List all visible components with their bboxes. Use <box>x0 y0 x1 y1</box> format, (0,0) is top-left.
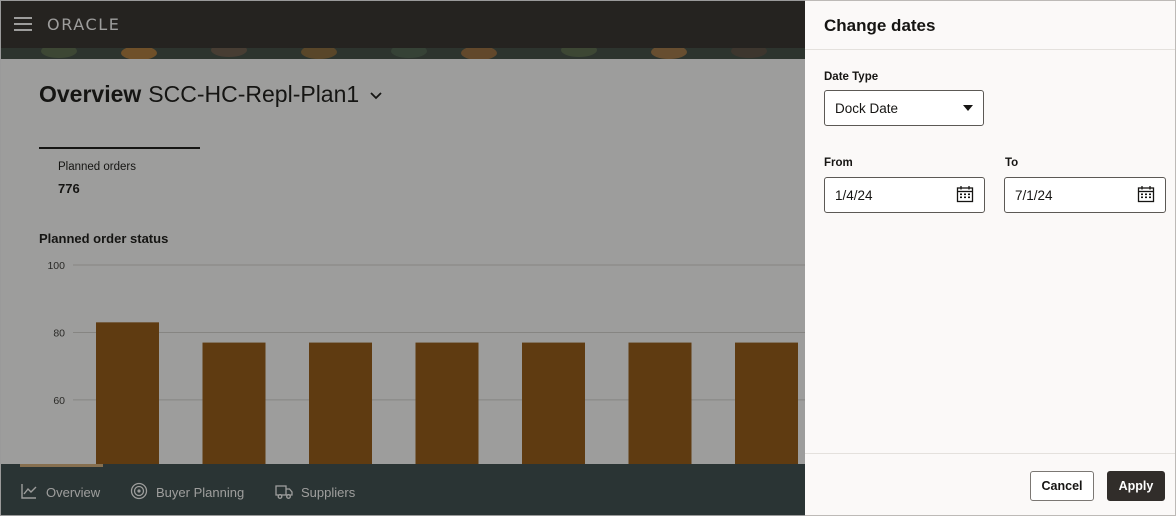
drawer-title: Change dates <box>824 16 936 35</box>
app-window: ORACLE Overview SCC-HC-Repl-Plan1 Planne… <box>0 0 805 516</box>
cancel-button[interactable]: Cancel <box>1030 471 1094 501</box>
calendar-icon[interactable] <box>956 185 974 206</box>
from-date-input[interactable]: 1/4/24 <box>824 177 985 213</box>
drawer-footer: Cancel Apply <box>805 453 1175 516</box>
date-type-label: Date Type <box>824 71 879 83</box>
date-type-select[interactable]: Dock Date <box>824 90 984 126</box>
from-label: From <box>824 157 853 169</box>
calendar-icon[interactable] <box>1137 185 1155 206</box>
date-type-value: Dock Date <box>835 100 899 116</box>
to-date-value: 7/1/24 <box>1015 187 1053 203</box>
apply-button[interactable]: Apply <box>1107 471 1165 501</box>
to-date-input[interactable]: 7/1/24 <box>1004 177 1166 213</box>
from-date-value: 1/4/24 <box>835 187 873 203</box>
change-dates-drawer: Change dates Date Type Dock Date From 1/… <box>805 0 1176 516</box>
modal-overlay[interactable] <box>1 1 805 515</box>
drawer-header: Change dates <box>805 1 1175 50</box>
to-label: To <box>1005 157 1019 169</box>
caret-down-icon <box>963 105 973 111</box>
